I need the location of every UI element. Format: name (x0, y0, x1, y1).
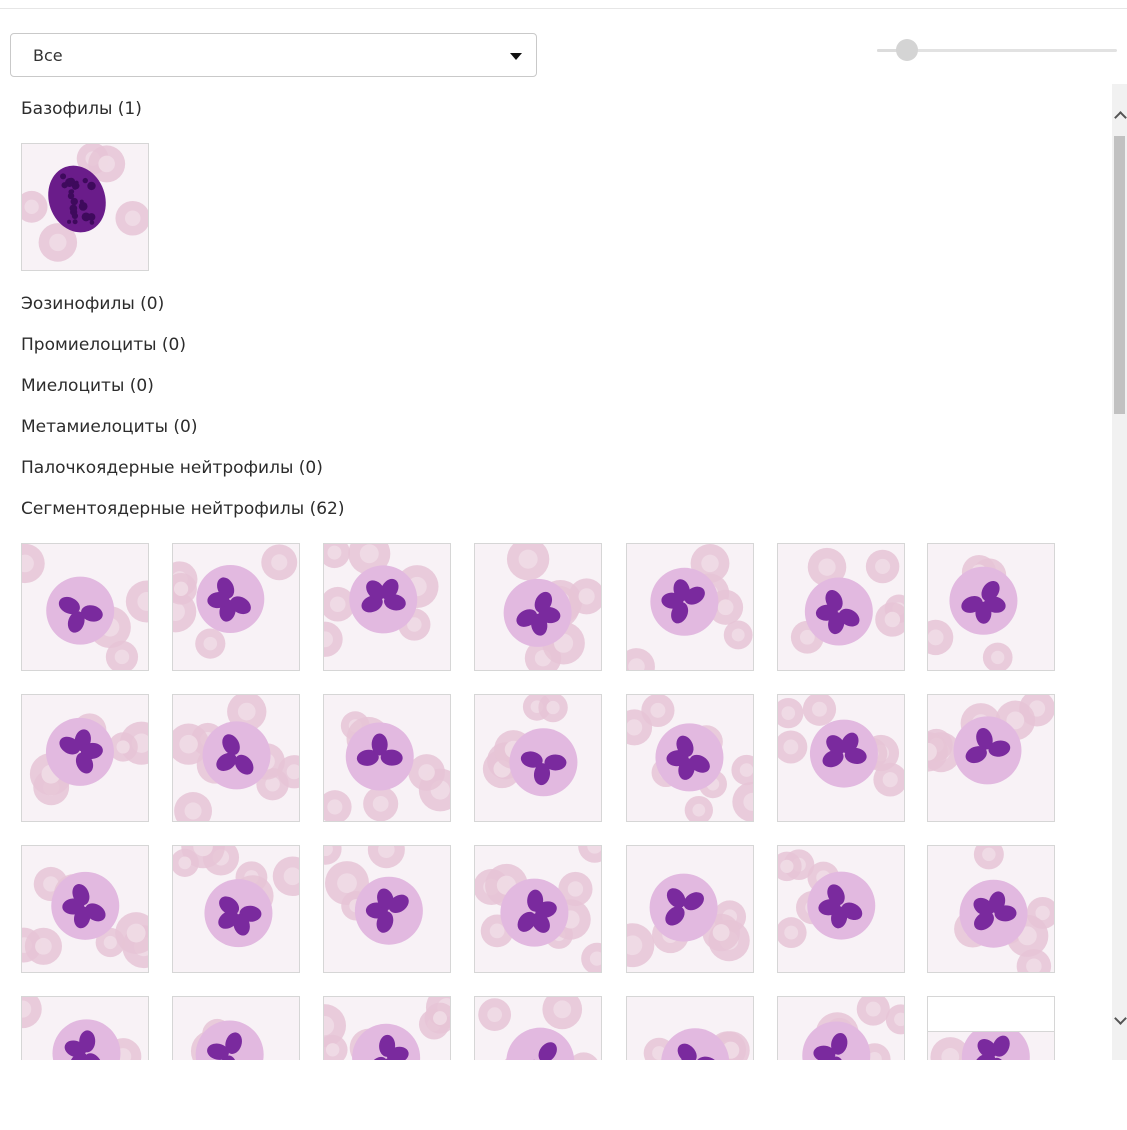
cell-thumbnail[interactable] (626, 543, 754, 671)
category-filter-value: Все (33, 46, 63, 65)
cell-thumbnail[interactable] (927, 845, 1055, 973)
cell-thumbnail[interactable] (172, 845, 300, 973)
slider-thumb[interactable] (896, 39, 919, 61)
category-heading: Сегментоядерные нейтрофилы (62) (21, 499, 345, 519)
cell-thumbnail[interactable] (474, 996, 602, 1060)
cell-thumbnail[interactable] (777, 845, 905, 973)
cell-thumbnail[interactable] (172, 694, 300, 822)
caret-down-icon (510, 53, 522, 60)
category-heading: Эозинофилы (0) (21, 294, 165, 314)
cell-thumbnail[interactable] (474, 694, 602, 822)
cell-thumbnail[interactable] (323, 543, 451, 671)
category-heading: Палочкоядерные нейтрофилы (0) (21, 458, 323, 478)
cell-thumbnail[interactable] (777, 996, 905, 1060)
cell-thumbnail[interactable] (172, 543, 300, 671)
gallery-scroll-area[interactable]: Базофилы (1) Эозинофилы (0) Промиелоциты (… (0, 84, 1127, 1060)
category-filter-select[interactable]: Все (10, 33, 537, 77)
cell-thumbnail[interactable] (626, 694, 754, 822)
vertical-scrollbar[interactable] (1112, 84, 1127, 1060)
cell-thumbnail[interactable] (21, 996, 149, 1060)
thumbnail-placeholder (927, 996, 1055, 1032)
cell-thumbnail[interactable] (323, 694, 451, 822)
cell-thumbnail[interactable] (172, 996, 300, 1060)
cell-thumbnail[interactable] (21, 143, 149, 271)
cell-thumbnail[interactable] (21, 845, 149, 973)
cell-thumbnail[interactable] (474, 845, 602, 973)
category-heading: Миелоциты (0) (21, 376, 154, 396)
cell-thumbnail[interactable] (323, 845, 451, 973)
chevron-down-icon[interactable] (1112, 1014, 1127, 1028)
zoom-slider[interactable] (877, 36, 1117, 64)
category-heading: Метамиелоциты (0) (21, 417, 198, 437)
chevron-up-icon[interactable] (1112, 108, 1127, 122)
cell-thumbnail[interactable] (927, 543, 1055, 671)
cell-thumbnail[interactable] (626, 845, 754, 973)
scrollbar-thumb[interactable] (1114, 136, 1125, 414)
cell-thumbnail[interactable] (21, 543, 149, 671)
cell-thumbnail[interactable] (927, 694, 1055, 822)
cell-thumbnail[interactable] (21, 694, 149, 822)
cell-thumbnail[interactable] (777, 543, 905, 671)
cell-thumbnail[interactable] (626, 996, 754, 1060)
category-heading: Промиелоциты (0) (21, 335, 187, 355)
cell-thumbnail[interactable] (474, 543, 602, 671)
cell-thumbnail[interactable] (323, 996, 451, 1060)
top-divider (0, 8, 1127, 9)
category-heading: Базофилы (1) (21, 99, 142, 119)
cell-thumbnail[interactable] (777, 694, 905, 822)
